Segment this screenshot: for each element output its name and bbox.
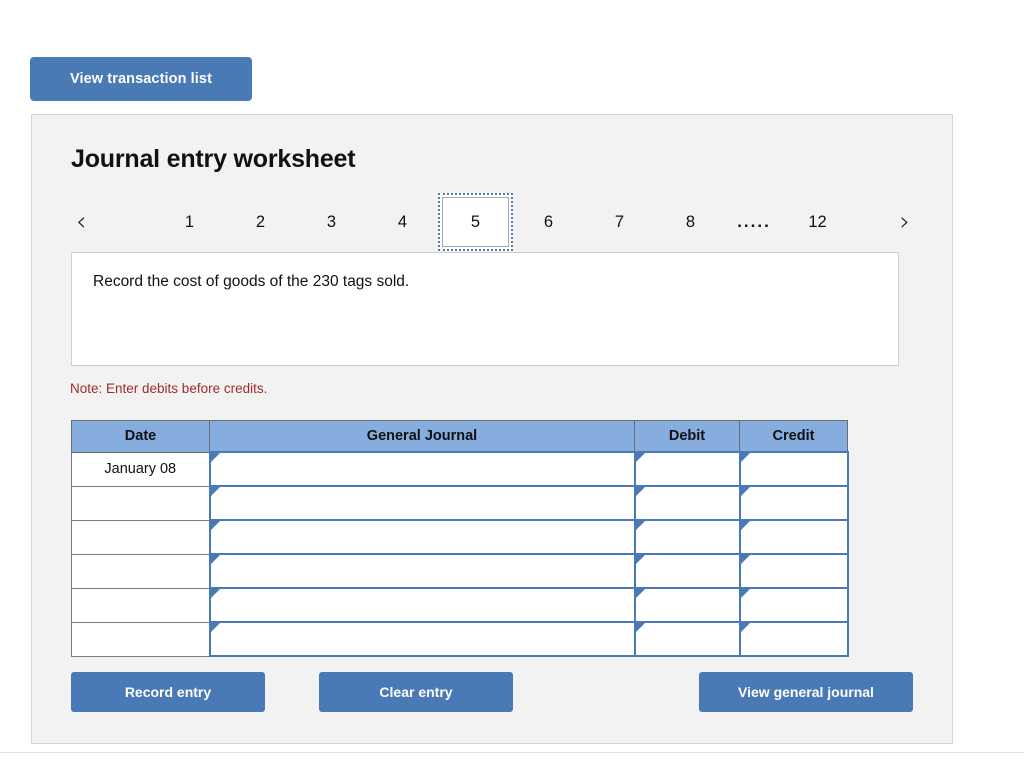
credit-input-cell[interactable] [740,588,848,622]
column-header-date: Date [72,421,210,453]
debit-input-cell[interactable] [635,622,740,656]
general-journal-input-cell[interactable] [210,622,635,656]
debit-input-cell[interactable] [635,486,740,520]
credit-input-cell[interactable] [740,452,848,486]
pager-page-7[interactable]: 7 [584,193,655,251]
pager-page-4[interactable]: 4 [367,193,438,251]
pager-page-1[interactable]: 1 [154,193,225,251]
pager-page-label: ..... [737,212,771,232]
chevron-left-icon[interactable]: ‹ [76,209,86,235]
view-general-journal-button[interactable]: View general journal [699,672,913,712]
pager-page-label: 12 [808,213,826,232]
worksheet-pager: ‹ 12345678.....12 › [66,193,918,251]
general-journal-input-cell[interactable] [210,520,635,554]
pager-page-label: 8 [686,213,695,232]
pager-page-label: 4 [398,213,407,232]
credit-input-cell[interactable] [740,554,848,588]
debits-before-credits-note: Note: Enter debits before credits. [70,381,267,396]
date-cell[interactable] [72,486,210,520]
view-transaction-list-button[interactable]: View transaction list [30,57,252,101]
debit-input-cell[interactable] [635,554,740,588]
pager-page-list: 12345678.....12 [154,193,853,251]
credit-input-cell[interactable] [740,622,848,656]
table-row [72,520,848,554]
pager-page-6[interactable]: 6 [513,193,584,251]
pager-page-label: 2 [256,213,265,232]
debit-input-cell[interactable] [635,452,740,486]
column-header-general-journal: General Journal [210,421,635,453]
general-journal-input-cell[interactable] [210,452,635,486]
table-row [72,486,848,520]
date-cell[interactable] [72,520,210,554]
general-journal-input-cell[interactable] [210,486,635,520]
transaction-description-text: Record the cost of goods of the 230 tags… [93,273,409,291]
record-entry-button[interactable]: Record entry [71,672,265,712]
table-row [72,588,848,622]
pager-page-label: 6 [544,213,553,232]
pager-page-label: 3 [327,213,336,232]
table-row: January 08 [72,452,848,486]
chevron-right-icon[interactable]: › [900,209,910,235]
pager-page-8[interactable]: 8 [655,193,726,251]
journal-entry-worksheet-panel: Journal entry worksheet ‹ 12345678.....1… [31,114,953,744]
page-divider [0,752,1024,753]
general-journal-input-cell[interactable] [210,554,635,588]
pager-page-12[interactable]: 12 [782,193,853,251]
pager-ellipsis: ..... [726,193,782,251]
debit-input-cell[interactable] [635,588,740,622]
credit-input-cell[interactable] [740,520,848,554]
general-journal-input-cell[interactable] [210,588,635,622]
date-cell[interactable] [72,622,210,656]
column-header-credit: Credit [740,421,848,453]
pager-page-label: 1 [185,213,194,232]
debit-input-cell[interactable] [635,520,740,554]
table-row [72,554,848,588]
date-cell[interactable]: January 08 [72,452,210,486]
pager-page-2[interactable]: 2 [225,193,296,251]
clear-entry-button[interactable]: Clear entry [319,672,513,712]
date-cell[interactable] [72,554,210,588]
pager-page-3[interactable]: 3 [296,193,367,251]
column-header-debit: Debit [635,421,740,453]
table-row [72,622,848,656]
credit-input-cell[interactable] [740,486,848,520]
page-title: Journal entry worksheet [71,145,355,174]
pager-page-label: 5 [471,213,480,232]
date-cell[interactable] [72,588,210,622]
pager-page-5[interactable]: 5 [438,193,513,251]
transaction-description-box: Record the cost of goods of the 230 tags… [71,252,899,366]
pager-page-label: 7 [615,213,624,232]
table-header-row: Date General Journal Debit Credit [72,421,848,453]
journal-entry-table: Date General Journal Debit Credit Januar… [71,420,849,657]
